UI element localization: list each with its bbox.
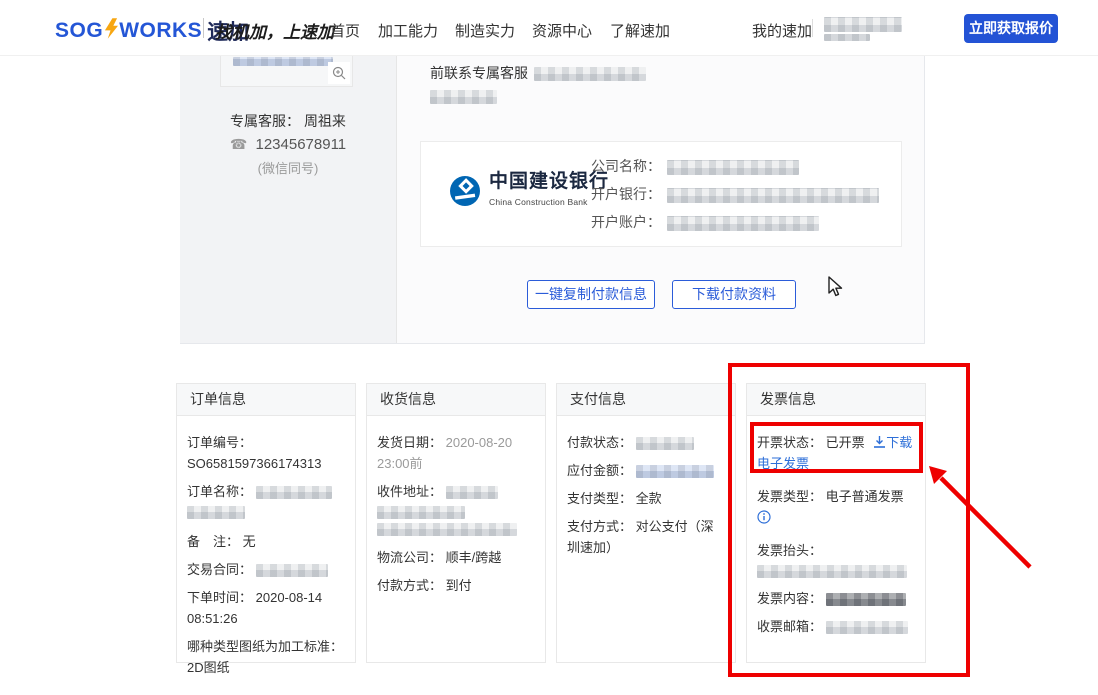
redacted-block	[446, 486, 498, 499]
redacted-block	[667, 216, 819, 231]
redacted-block	[233, 57, 333, 66]
redacted-block	[534, 67, 646, 81]
mouse-cursor-icon	[828, 276, 845, 303]
magnifier-icon	[332, 66, 346, 80]
slogan-text: 找机加，上速加	[215, 18, 334, 43]
account-number-label: 开户账户：	[591, 214, 661, 230]
qr-code-thumbnail[interactable]	[220, 56, 353, 87]
order-no-value: SO6581597366174313	[187, 456, 321, 471]
get-quote-button[interactable]: 立即获取报价	[964, 14, 1058, 43]
agent-name: 周祖来	[304, 113, 346, 129]
download-icon	[874, 436, 885, 448]
order-info-card: 订单信息 订单编号： SO6581597366174313 订单名称： 备 注：…	[176, 383, 356, 663]
download-payment-docs-button[interactable]: 下载付款资料	[672, 280, 796, 309]
nav-item-about[interactable]: 了解速加	[610, 20, 670, 41]
redacted-block	[826, 593, 906, 606]
ship-date-label: 发货日期：	[377, 435, 442, 450]
red-arrow-head	[929, 466, 947, 484]
drawing-standard-label: 哪种类型图纸为加工标准：	[187, 639, 343, 654]
logo-lightning-icon	[104, 18, 118, 44]
redacted-block	[636, 437, 694, 450]
wechat-note: (微信同号)	[180, 158, 396, 177]
redacted-block	[430, 90, 497, 104]
logo-divider	[203, 18, 204, 38]
invoice-email-label: 收票邮箱：	[757, 619, 822, 634]
redacted-block	[636, 465, 714, 478]
ccb-logo-icon	[449, 175, 481, 207]
invoice-content-label: 发票内容：	[757, 591, 822, 606]
freight-label: 付款方式：	[377, 578, 442, 593]
card-title: 订单信息	[177, 384, 355, 416]
redacted-block	[377, 506, 465, 519]
ccb-name-en: China Construction Bank	[489, 197, 588, 207]
logo-text-sog: SOG	[55, 19, 103, 43]
redacted-block	[667, 160, 799, 175]
pay-type-label: 支付类型：	[567, 491, 632, 506]
redacted-block	[824, 34, 870, 41]
phone-icon: ☎	[230, 136, 247, 152]
nav-item-resources[interactable]: 资源中心	[532, 20, 592, 41]
order-no-label: 订单编号：	[187, 435, 252, 450]
redacted-block	[826, 621, 908, 634]
invoice-type-label: 发票类型：	[757, 489, 822, 504]
payment-info-card: 支付信息 付款状态： 应付金额： 支付类型： 全款 支付方式： 对公支付（深圳速…	[556, 383, 736, 663]
remark-label: 备 注：	[187, 534, 239, 549]
ccb-brand: 中国建设银行 China Construction Bank	[449, 172, 609, 210]
info-icon[interactable]	[757, 510, 771, 524]
redacted-block	[667, 188, 879, 203]
card-title: 支付信息	[557, 384, 735, 416]
top-nav-bar: SOG WORKS 速加 找机加，上速加 首页 加工能力 制造实力 资源中心 了…	[0, 0, 1098, 56]
invoice-status-value: 已开票	[826, 435, 865, 450]
service-agent-column: 专属客服： 周祖来 ☎ 12345678911 (微信同号)	[180, 56, 397, 343]
card-title: 发票信息	[747, 384, 925, 416]
pay-method-label: 支付方式：	[567, 519, 632, 534]
bank-name-label: 开户银行：	[591, 186, 661, 202]
drawing-standard-value: 2D图纸	[187, 660, 230, 675]
order-name-label: 订单名称：	[187, 484, 252, 499]
invoice-type-value: 电子普通发票	[826, 489, 904, 504]
red-arrow-shaft	[941, 478, 1030, 567]
logistics-label: 物流公司：	[377, 550, 442, 565]
nav-item-home[interactable]: 首页	[330, 20, 360, 41]
bank-account-card: 中国建设银行 China Construction Bank 公司名称： 开户银…	[420, 141, 902, 247]
zoom-preview-button[interactable]	[328, 62, 350, 84]
redacted-block	[256, 486, 332, 499]
invoice-info-card: 发票信息 开票状态： 已开票 下载电子发票 发票类型： 电子普通发票 发票抬头：…	[746, 383, 926, 663]
freight-value: 到付	[446, 578, 472, 593]
address-label: 收件地址：	[377, 484, 442, 499]
redacted-block	[256, 564, 328, 577]
pay-status-label: 付款状态：	[567, 435, 632, 450]
redacted-block	[377, 523, 517, 536]
user-name-redacted[interactable]	[824, 17, 904, 43]
payment-info-panel: 专属客服： 周祖来 ☎ 12345678911 (微信同号) 前联系专属客服 中…	[180, 56, 925, 344]
contact-note-text: 前联系专属客服	[430, 65, 528, 81]
redacted-block	[824, 17, 902, 32]
order-time-label: 下单时间：	[187, 590, 252, 605]
header-divider	[812, 19, 813, 37]
redacted-block	[187, 506, 245, 519]
agent-phone: 12345678911	[255, 136, 346, 153]
my-account-link[interactable]: 我的速加	[752, 20, 812, 41]
amount-label: 应付金额：	[567, 463, 632, 478]
remark-value: 无	[243, 534, 256, 549]
logo-text-works: WORKS	[119, 19, 202, 43]
contract-label: 交易合同：	[187, 562, 252, 577]
company-name-label: 公司名称：	[591, 158, 661, 174]
pay-type-value: 全款	[636, 491, 662, 506]
card-title: 收货信息	[367, 384, 545, 416]
logistics-value: 顺丰/跨越	[446, 550, 502, 565]
nav-item-manufacturing[interactable]: 制造实力	[455, 20, 515, 41]
copy-payment-info-button[interactable]: 一键复制付款信息	[527, 280, 655, 309]
invoice-head-label: 发票抬头：	[757, 543, 822, 558]
nav-item-capability[interactable]: 加工能力	[378, 20, 438, 41]
invoice-status-label: 开票状态：	[757, 435, 822, 450]
shipping-info-card: 收货信息 发货日期： 2020-08-20 23:00前 收件地址： 物流公司：…	[366, 383, 546, 663]
redacted-block	[757, 565, 907, 578]
agent-label: 专属客服：	[230, 113, 300, 129]
